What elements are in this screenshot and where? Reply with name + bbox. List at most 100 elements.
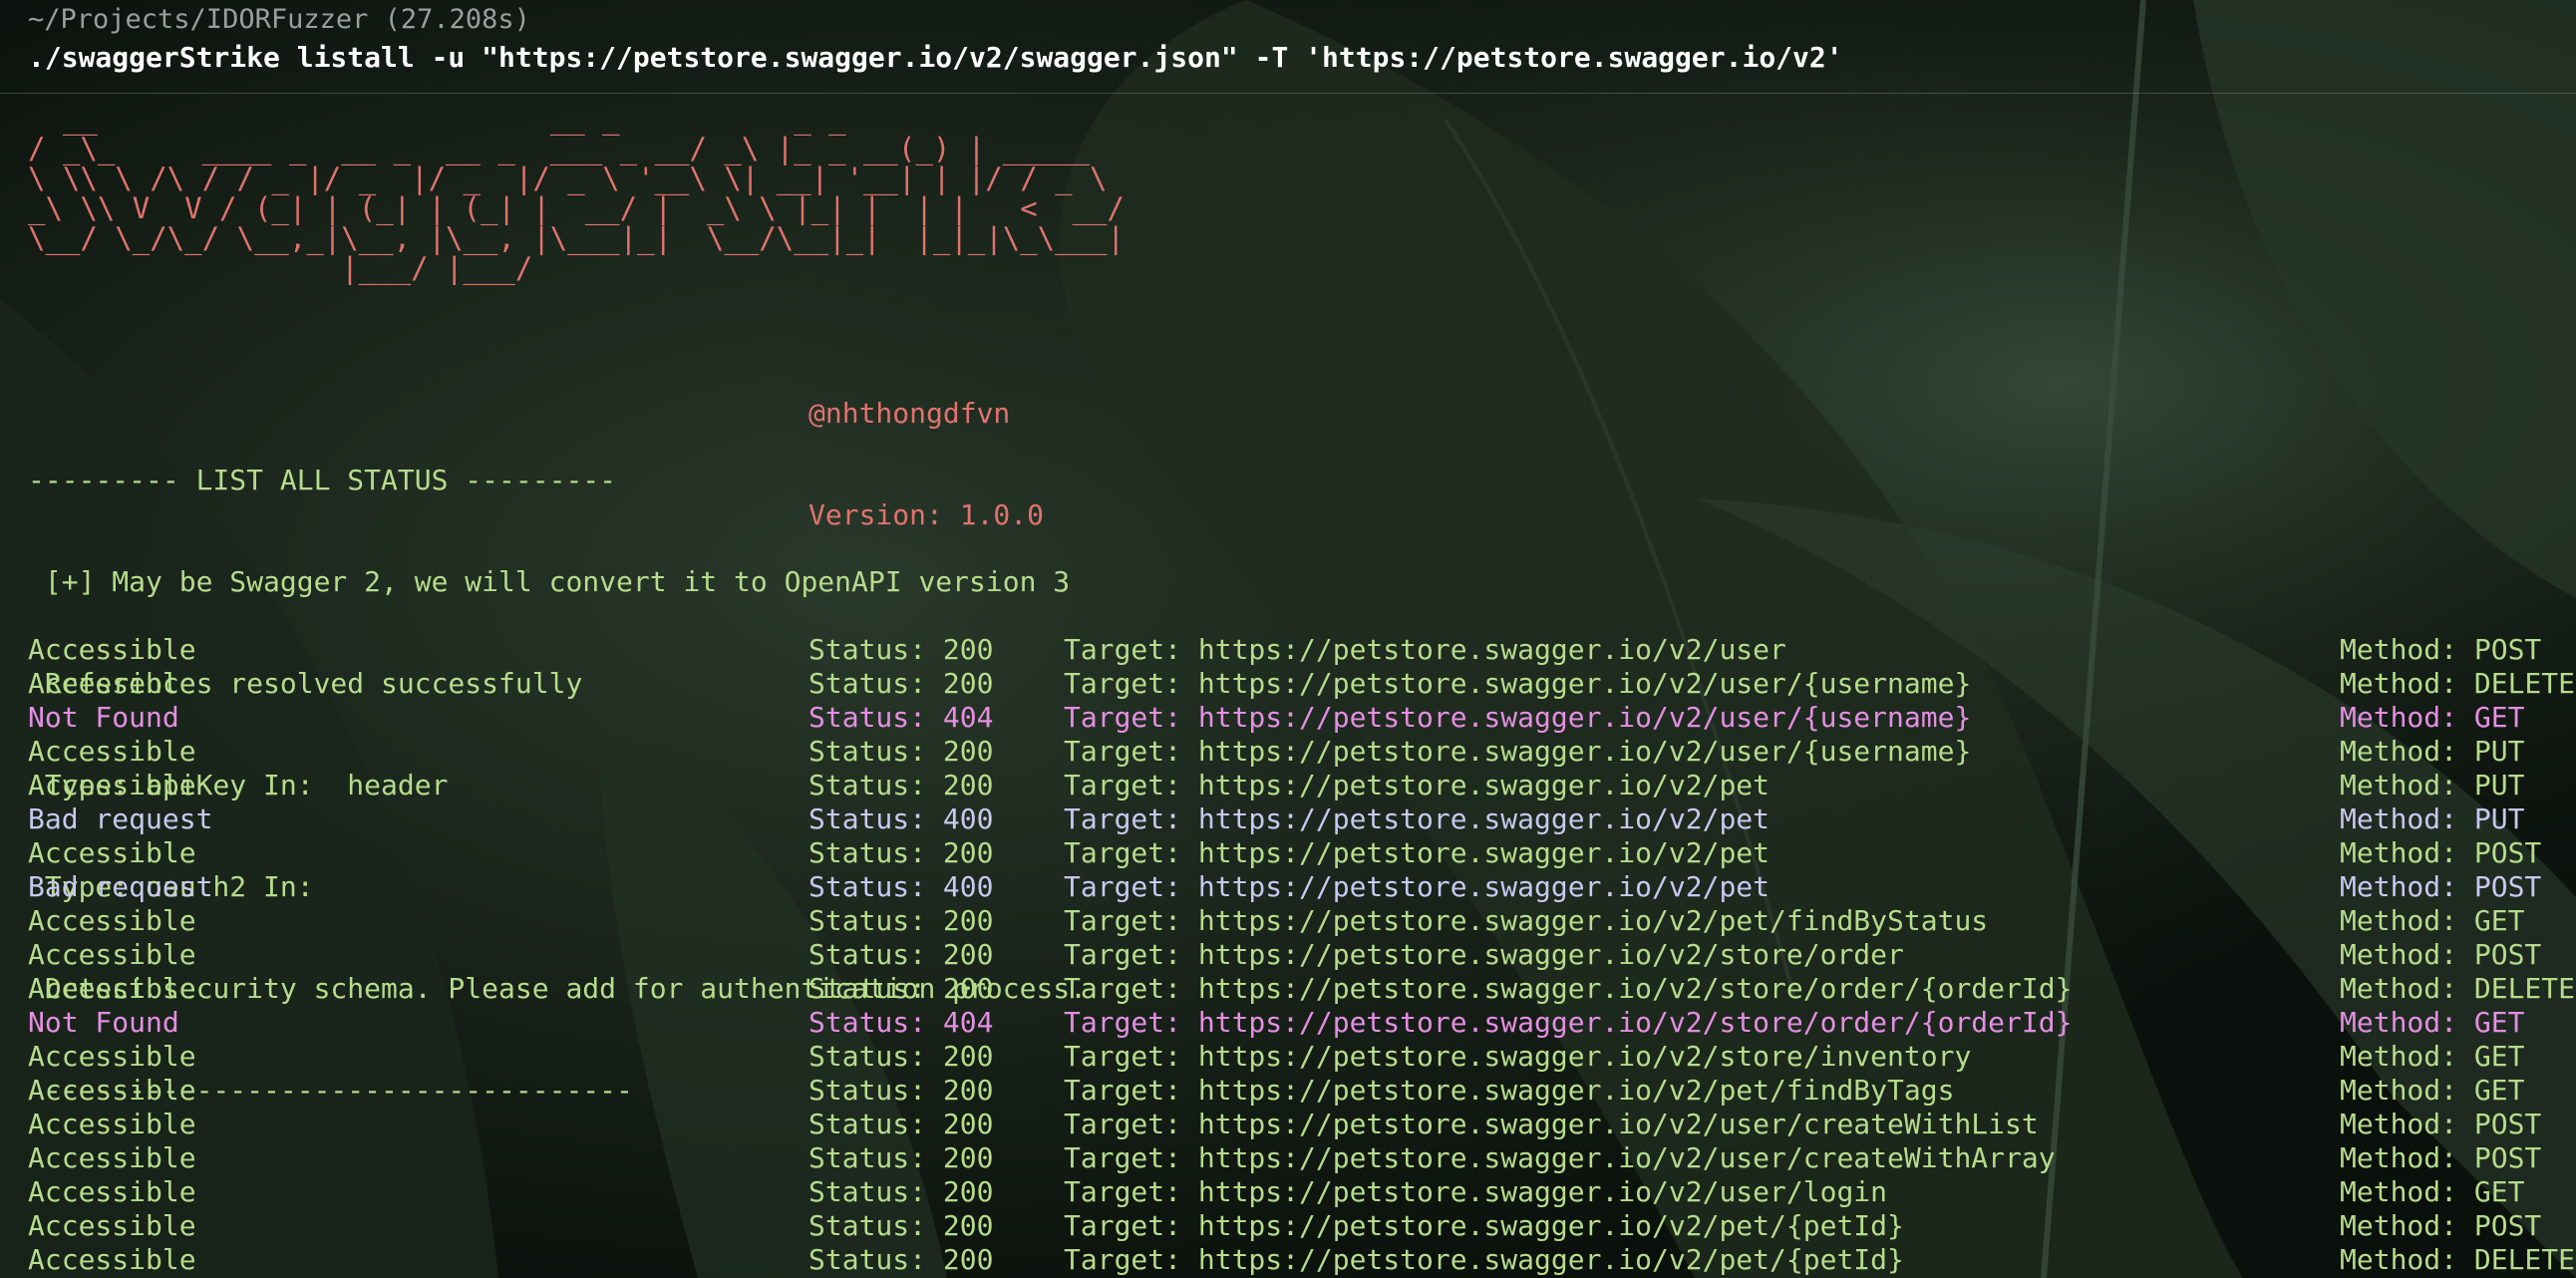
status-code: Status: 200 xyxy=(808,1209,994,1242)
target-url: Target: https://petstore.swagger.io/v2/u… xyxy=(1064,701,1972,734)
result-label: Accessible xyxy=(28,1074,196,1107)
result-label: Bad request xyxy=(28,802,213,835)
target-url: Target: https://petstore.swagger.io/v2/p… xyxy=(1064,870,1771,903)
result-label: Accessible xyxy=(28,938,196,971)
result-row: Accessible Status: 200 Target: https://pet… xyxy=(0,1243,2576,1277)
http-method: Method: POST xyxy=(2340,938,2542,971)
result-label: Not Found xyxy=(28,1006,179,1039)
target-url: Target: https://petstore.swagger.io/v2/s… xyxy=(1064,972,2073,1005)
http-method: Method: GET xyxy=(2340,1074,2525,1107)
result-row: Accessible Status: 200 Target: https://pet… xyxy=(0,1040,2576,1074)
info-message: [+] May be Swagger 2, we will convert it… xyxy=(28,565,1071,598)
http-method: Method: POST xyxy=(2340,870,2542,903)
result-row: Accessible Status: 200 Target: https://pet… xyxy=(0,836,2576,870)
target-url: Target: https://petstore.swagger.io/v2/p… xyxy=(1064,1074,1955,1107)
status-code: Status: 200 xyxy=(808,1040,994,1073)
http-method: Method: PUT xyxy=(2340,802,2525,835)
result-label: Accessible xyxy=(28,904,196,937)
banner-line: \ \\ \ /\ / / _ |/ _ |/ _ |/ _ \ '__\ \|… xyxy=(28,161,1108,195)
status-code: Status: 200 xyxy=(808,938,994,971)
result-label: Accessible xyxy=(28,1141,196,1174)
status-code: Status: 400 xyxy=(808,802,994,835)
results-list: Accessible Status: 200 Target: https://pet… xyxy=(0,633,2576,1277)
result-label: Accessible xyxy=(28,667,196,700)
terminal-window[interactable]: ~/Projects/IDORFuzzer (27.208s) ./swagge… xyxy=(0,0,2576,1278)
http-method: Method: POST xyxy=(2340,1141,2542,1174)
banner-line: \__/ \_/\_/ \__,_|\__, |\__, |\___|_| \_… xyxy=(28,221,1125,255)
status-code: Status: 200 xyxy=(808,836,994,869)
result-label: Accessible xyxy=(28,972,196,1005)
target-url: Target: https://petstore.swagger.io/v2/p… xyxy=(1064,836,1771,869)
result-label: Accessible xyxy=(28,633,196,666)
http-method: Method: DELETE xyxy=(2340,667,2576,700)
http-method: Method: PUT xyxy=(2340,735,2525,768)
result-label: Accessible xyxy=(28,1108,196,1140)
status-code: Status: 400 xyxy=(808,870,994,903)
result-label: Bad request xyxy=(28,870,213,903)
prompt-block: ~/Projects/IDORFuzzer (27.208s) ./swagge… xyxy=(28,2,1843,78)
banner-line: / _\_ ____ _ __ _ __ _ ___ _ __/ _\ |_ _… xyxy=(28,132,1091,165)
http-method: Method: POST xyxy=(2340,633,2542,666)
status-code: Status: 200 xyxy=(808,1141,994,1174)
status-code: Status: 404 xyxy=(808,701,994,734)
status-code: Status: 200 xyxy=(808,667,994,700)
status-code: Status: 200 xyxy=(808,1175,994,1208)
status-code: Status: 200 xyxy=(808,1243,994,1276)
http-method: Method: GET xyxy=(2340,1006,2525,1039)
result-label: Accessible xyxy=(28,1040,196,1073)
result-label: Accessible xyxy=(28,769,196,801)
http-method: Method: GET xyxy=(2340,904,2525,937)
ascii-banner: __ __ _ _ _ / _\_ ____ _ __ _ __ _ ___ _ … xyxy=(28,104,1125,283)
http-method: Method: GET xyxy=(2340,701,2525,734)
http-method: Method: POST xyxy=(2340,836,2542,869)
result-row: Accessible Status: 200 Target: https://pet… xyxy=(0,938,2576,972)
banner-line: |___/ |___/ xyxy=(28,251,533,285)
target-url: Target: https://petstore.swagger.io/v2/u… xyxy=(1064,735,1972,768)
result-label: Accessible xyxy=(28,1243,196,1276)
working-directory: ~/Projects/IDORFuzzer (27.208s) xyxy=(28,4,530,35)
status-code: Status: 404 xyxy=(808,1006,994,1039)
result-row: Not Found Status: 404 Target: https://pets… xyxy=(0,1006,2576,1040)
result-row: Accessible Status: 200 Target: https://pet… xyxy=(0,1108,2576,1141)
result-row: Accessible Status: 200 Target: https://pet… xyxy=(0,1074,2576,1108)
result-row: Bad request Status: 400 Target: https://pe… xyxy=(0,870,2576,904)
result-row: Accessible Status: 200 Target: https://pet… xyxy=(0,769,2576,802)
result-label: Accessible xyxy=(28,735,196,768)
target-url: Target: https://petstore.swagger.io/v2/s… xyxy=(1064,1006,2073,1039)
result-label: Accessible xyxy=(28,1175,196,1208)
target-url: Target: https://petstore.swagger.io/v2/s… xyxy=(1064,1040,1972,1073)
http-method: Method: GET xyxy=(2340,1175,2525,1208)
status-code: Status: 200 xyxy=(808,1074,994,1107)
status-code: Status: 200 xyxy=(808,633,994,666)
command-line[interactable]: ./swaggerStrike listall -u "https://pets… xyxy=(28,38,1843,78)
result-row: Accessible Status: 200 Target: https://pet… xyxy=(0,972,2576,1006)
banner-line: __ __ _ _ _ xyxy=(28,102,846,136)
banner-line: _\ \\ V V / (_| | (_| | (_| | __/ | _\ \… xyxy=(28,191,1125,225)
result-row: Accessible Status: 200 Target: https://pet… xyxy=(0,1175,2576,1209)
result-label: Accessible xyxy=(28,1209,196,1242)
status-code: Status: 200 xyxy=(808,735,994,768)
target-url: Target: https://petstore.swagger.io/v2/p… xyxy=(1064,802,1771,835)
result-row: Accessible Status: 200 Target: https://pet… xyxy=(0,1141,2576,1175)
list-all-status-header: --------- LIST ALL STATUS --------- xyxy=(28,464,617,496)
block-divider xyxy=(0,93,2576,94)
status-code: Status: 200 xyxy=(808,1108,994,1140)
target-url: Target: https://petstore.swagger.io/v2/u… xyxy=(1064,1108,2039,1140)
http-method: Method: DELETE xyxy=(2340,972,2576,1005)
status-code: Status: 200 xyxy=(808,769,994,801)
http-method: Method: GET xyxy=(2340,1040,2525,1073)
target-url: Target: https://petstore.swagger.io/v2/u… xyxy=(1064,633,1786,666)
status-code: Status: 200 xyxy=(808,904,994,937)
http-method: Method: PUT xyxy=(2340,769,2525,801)
result-row: Accessible Status: 200 Target: https://pet… xyxy=(0,667,2576,701)
result-label: Not Found xyxy=(28,701,179,734)
result-row: Accessible Status: 200 Target: https://pet… xyxy=(0,735,2576,769)
target-url: Target: https://petstore.swagger.io/v2/p… xyxy=(1064,904,1989,937)
target-url: Target: https://petstore.swagger.io/v2/p… xyxy=(1064,1209,1904,1242)
target-url: Target: https://petstore.swagger.io/v2/p… xyxy=(1064,1243,1904,1276)
result-row: Bad request Status: 400 Target: https://pe… xyxy=(0,802,2576,836)
target-url: Target: https://petstore.swagger.io/v2/u… xyxy=(1064,667,1972,700)
result-label: Accessible xyxy=(28,836,196,869)
result-row: Accessible Status: 200 Target: https://pet… xyxy=(0,904,2576,938)
target-url: Target: https://petstore.swagger.io/v2/u… xyxy=(1064,1175,1888,1208)
